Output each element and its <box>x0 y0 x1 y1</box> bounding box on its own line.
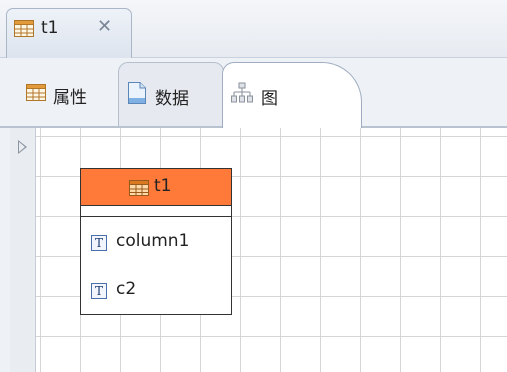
close-icon[interactable]: ✕ <box>97 16 112 37</box>
sub-tab-bar: 属性 数据 图 <box>0 58 507 128</box>
tab-data[interactable]: 数据 <box>118 62 224 126</box>
column-row[interactable]: T column1 <box>81 231 231 261</box>
expand-palette-icon[interactable] <box>18 140 27 154</box>
table-icon <box>26 84 46 105</box>
tab-diagram-label: 图 <box>261 89 278 109</box>
editor-left-margin <box>0 128 10 372</box>
text-type-icon: T <box>91 235 107 251</box>
editor-tab-t1[interactable]: t1 ✕ <box>6 8 132 58</box>
entity-header: t1 <box>81 169 231 206</box>
hierarchy-diagram-icon <box>231 82 253 108</box>
palette-collapsed-strip[interactable] <box>10 128 36 372</box>
document-icon <box>127 81 147 109</box>
tab-diagram[interactable]: 图 <box>222 62 362 128</box>
entity-title: t1 <box>154 176 172 196</box>
text-type-icon: T <box>91 283 107 299</box>
editor-tab-bar: t1 ✕ <box>0 0 507 58</box>
column-row[interactable]: T c2 <box>81 279 231 309</box>
tab-data-label: 数据 <box>155 89 189 109</box>
entity-t1[interactable]: t1 T column1 T c2 <box>80 168 232 315</box>
tab-properties[interactable]: 属性 <box>18 62 118 126</box>
table-icon <box>14 20 34 41</box>
entity-divider <box>81 216 231 217</box>
column-name: c2 <box>116 279 137 299</box>
editor-tab-title: t1 <box>41 18 59 38</box>
table-icon <box>129 180 149 200</box>
tab-properties-label: 属性 <box>53 88 87 108</box>
column-name: column1 <box>116 231 190 251</box>
